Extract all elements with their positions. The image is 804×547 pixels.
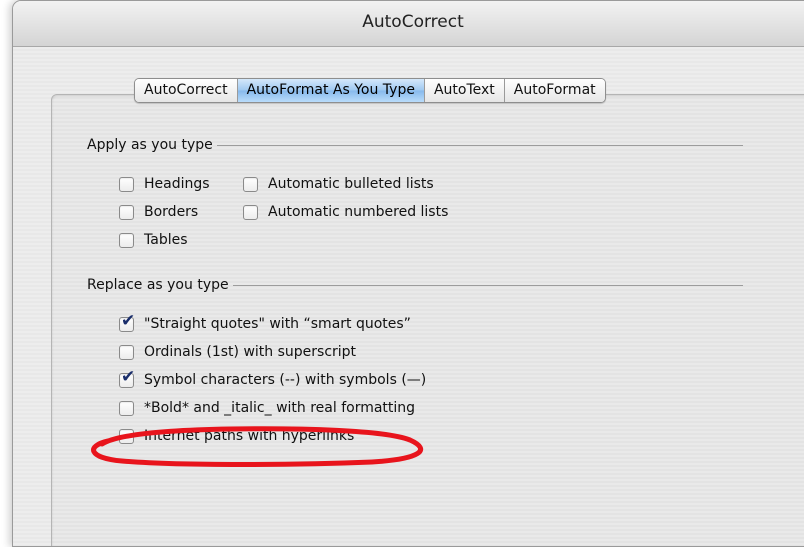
bulleted-lists-checkbox[interactable]	[243, 176, 258, 192]
numbered-lists-checkbox-row[interactable]: Automatic numbered lists	[243, 204, 448, 220]
replace-section-title: Replace as you type	[87, 277, 229, 293]
autocorrect-window: AutoCorrect AutoCorrect AutoFormat As Yo…	[12, 0, 804, 547]
headings-label: Headings	[144, 176, 210, 192]
tab-autocorrect[interactable]: AutoCorrect	[135, 79, 238, 102]
tables-checkbox-row[interactable]: Tables	[119, 232, 188, 248]
ordinals-checkbox-row[interactable]: Ordinals (1st) with superscript	[119, 344, 356, 360]
numbered-lists-label: Automatic numbered lists	[268, 204, 449, 220]
numbered-lists-checkbox[interactable]	[243, 204, 258, 220]
real-formatting-checkbox[interactable]	[119, 400, 134, 416]
real-formatting-checkbox-row[interactable]: *Bold* and _italic_ with real formatting	[119, 400, 415, 416]
checkmark-icon: ✔	[121, 366, 136, 387]
headings-checkbox[interactable]	[119, 176, 134, 192]
tables-checkbox[interactable]	[119, 232, 134, 248]
headings-checkbox-row[interactable]: Headings	[119, 176, 210, 192]
borders-label: Borders	[144, 204, 199, 220]
window-title: AutoCorrect	[13, 1, 804, 47]
internet-paths-checkbox[interactable]	[119, 428, 134, 444]
symbol-characters-label: Symbol characters (--) with symbols (—)	[144, 372, 427, 388]
tab-autoformat-as-you-type[interactable]: AutoFormat As You Type	[237, 79, 425, 102]
tab-bar: AutoCorrect AutoFormat As You Type AutoT…	[134, 78, 606, 103]
ordinals-label: Ordinals (1st) with superscript	[144, 344, 357, 360]
window-content: AutoCorrect AutoFormat As You Type AutoT…	[13, 47, 804, 546]
bulleted-lists-label: Automatic bulleted lists	[268, 176, 434, 192]
smart-quotes-checkbox-row[interactable]: ✔ "Straight quotes" with “smart quotes”	[119, 312, 411, 332]
symbol-characters-checkbox[interactable]: ✔	[119, 368, 135, 388]
symbol-characters-checkbox-row[interactable]: ✔ Symbol characters (--) with symbols (—…	[119, 368, 427, 388]
replace-section-divider	[232, 284, 743, 286]
internet-paths-label: Internet paths with hyperlinks	[144, 428, 355, 444]
internet-paths-checkbox-row[interactable]: Internet paths with hyperlinks	[119, 428, 354, 444]
tab-autoformat[interactable]: AutoFormat	[504, 79, 605, 102]
apply-section-heading: Apply as you type	[87, 137, 743, 153]
smart-quotes-checkbox[interactable]: ✔	[119, 312, 135, 332]
tab-autotext[interactable]: AutoText	[424, 79, 505, 102]
replace-section-heading: Replace as you type	[87, 277, 743, 293]
checkmark-icon: ✔	[121, 310, 136, 331]
smart-quotes-label: "Straight quotes" with “smart quotes”	[144, 316, 411, 332]
apply-section-title: Apply as you type	[87, 137, 213, 153]
borders-checkbox[interactable]	[119, 204, 134, 220]
tables-label: Tables	[144, 232, 188, 248]
bulleted-lists-checkbox-row[interactable]: Automatic bulleted lists	[243, 176, 434, 192]
ordinals-checkbox[interactable]	[119, 344, 134, 360]
real-formatting-label: *Bold* and _italic_ with real formatting	[144, 400, 416, 416]
borders-checkbox-row[interactable]: Borders	[119, 204, 198, 220]
apply-section-divider	[216, 144, 743, 146]
